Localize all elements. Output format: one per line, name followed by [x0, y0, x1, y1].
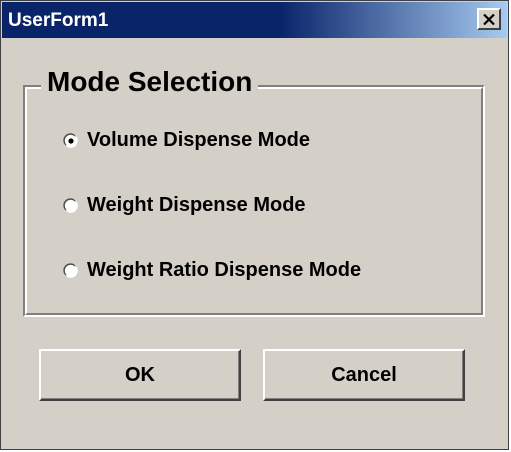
radio-option-volume[interactable]: Volume Dispense Mode — [63, 129, 310, 152]
mode-selection-legend: Mode Selection — [41, 65, 259, 99]
radio-button-icon[interactable] — [63, 262, 79, 279]
title-bar[interactable]: UserForm1 — [2, 2, 507, 38]
radio-label-weight: Weight Dispense Mode — [87, 194, 306, 216]
radio-button-selected-icon[interactable] — [63, 132, 79, 149]
radio-label-volume: Volume Dispense Mode — [87, 129, 311, 151]
radio-option-weight[interactable]: Weight Dispense Mode — [63, 194, 306, 217]
radio-button-icon[interactable] — [63, 197, 79, 214]
ok-button[interactable]: OK — [39, 349, 241, 401]
radio-option-weight-ratio[interactable]: Weight Ratio Dispense Mode — [63, 259, 361, 282]
window-title: UserForm1 — [8, 10, 109, 31]
close-icon — [483, 13, 495, 25]
radio-label-weight-ratio: Weight Ratio Dispense Mode — [87, 259, 362, 281]
cancel-button[interactable]: Cancel — [263, 349, 465, 401]
close-button[interactable] — [477, 8, 501, 30]
userform-window: UserForm1 Mode Selection Volume Dispense… — [0, 0, 509, 450]
